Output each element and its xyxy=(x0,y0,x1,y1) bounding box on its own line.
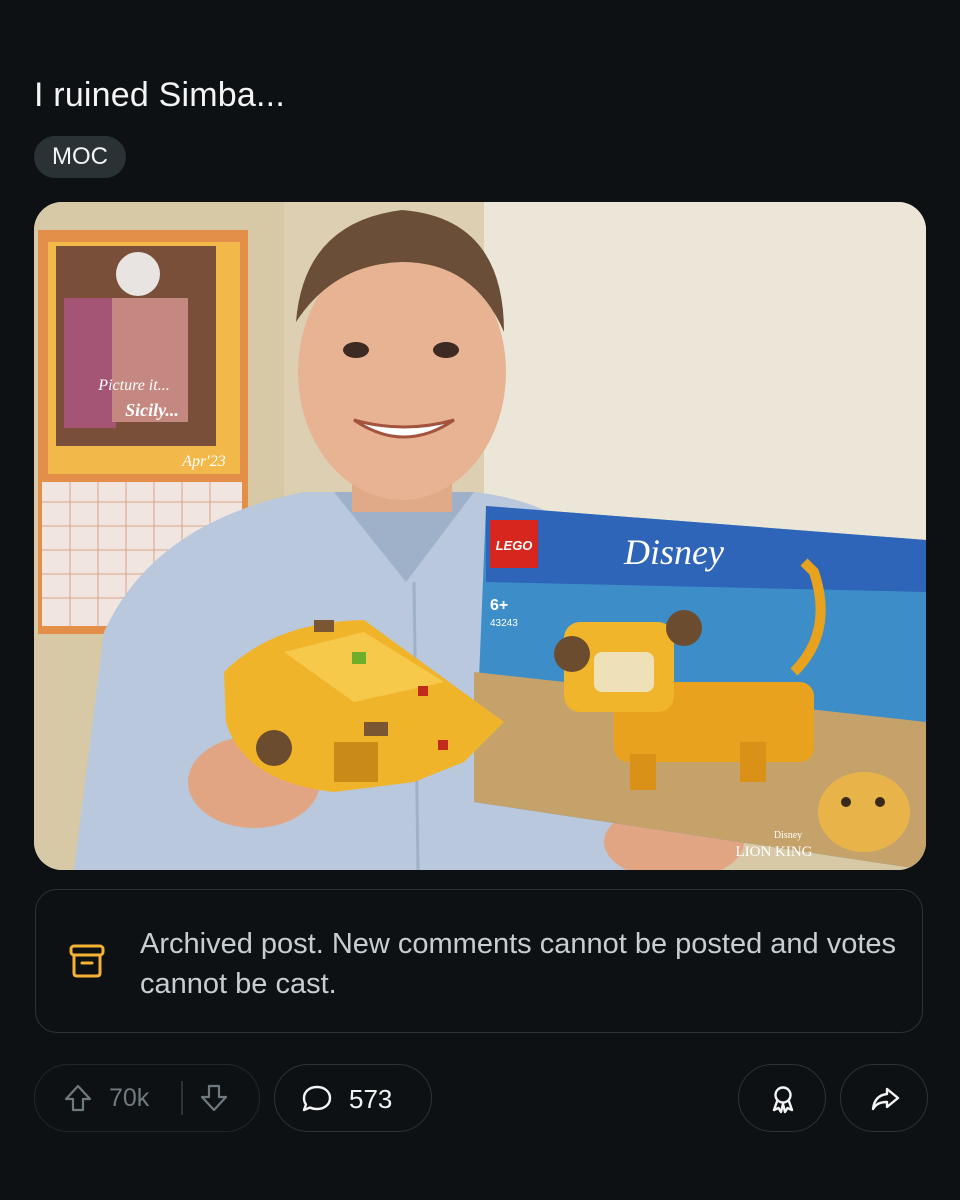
box-title: LION KING xyxy=(735,844,812,860)
calendar-month: Apr'23 xyxy=(181,453,225,470)
archived-notice-text: Archived post. New comments cannot be po… xyxy=(140,928,897,1000)
vote-count: 70k xyxy=(109,1084,150,1112)
award-button[interactable] xyxy=(738,1064,826,1132)
post-image[interactable]: Picture it... Sicily... Apr'23 LEGO Disn… xyxy=(34,202,926,870)
comment-bubble-icon xyxy=(302,1085,332,1112)
box-age: 6+ xyxy=(490,597,508,614)
calendar-caption-2: Sicily... xyxy=(125,400,179,420)
vote-bar: 70k xyxy=(34,1064,260,1132)
photo-illustration: Picture it... Sicily... Apr'23 LEGO Disn… xyxy=(34,202,926,870)
share-button[interactable] xyxy=(840,1064,928,1132)
vote-divider xyxy=(181,1081,183,1115)
archived-notice: Archived post. New comments cannot be po… xyxy=(35,889,923,1033)
comment-count: 573 xyxy=(349,1084,393,1114)
box-brand: LEGO xyxy=(496,538,533,553)
archive-icon xyxy=(69,944,105,978)
comments-button[interactable]: 573 xyxy=(274,1064,432,1132)
upvote-arrow-icon[interactable] xyxy=(63,1083,93,1113)
downvote-arrow-icon[interactable] xyxy=(199,1083,229,1113)
calendar-caption-1: Picture it... xyxy=(97,377,169,394)
box-set-number: 43243 xyxy=(490,618,518,629)
post-title: I ruined Simba... xyxy=(34,76,285,114)
box-franchise: Disney xyxy=(623,532,724,572)
award-icon xyxy=(772,1086,794,1114)
box-title-small: Disney xyxy=(774,830,802,841)
share-icon xyxy=(871,1087,900,1111)
post-flair[interactable]: MOC xyxy=(34,136,126,178)
